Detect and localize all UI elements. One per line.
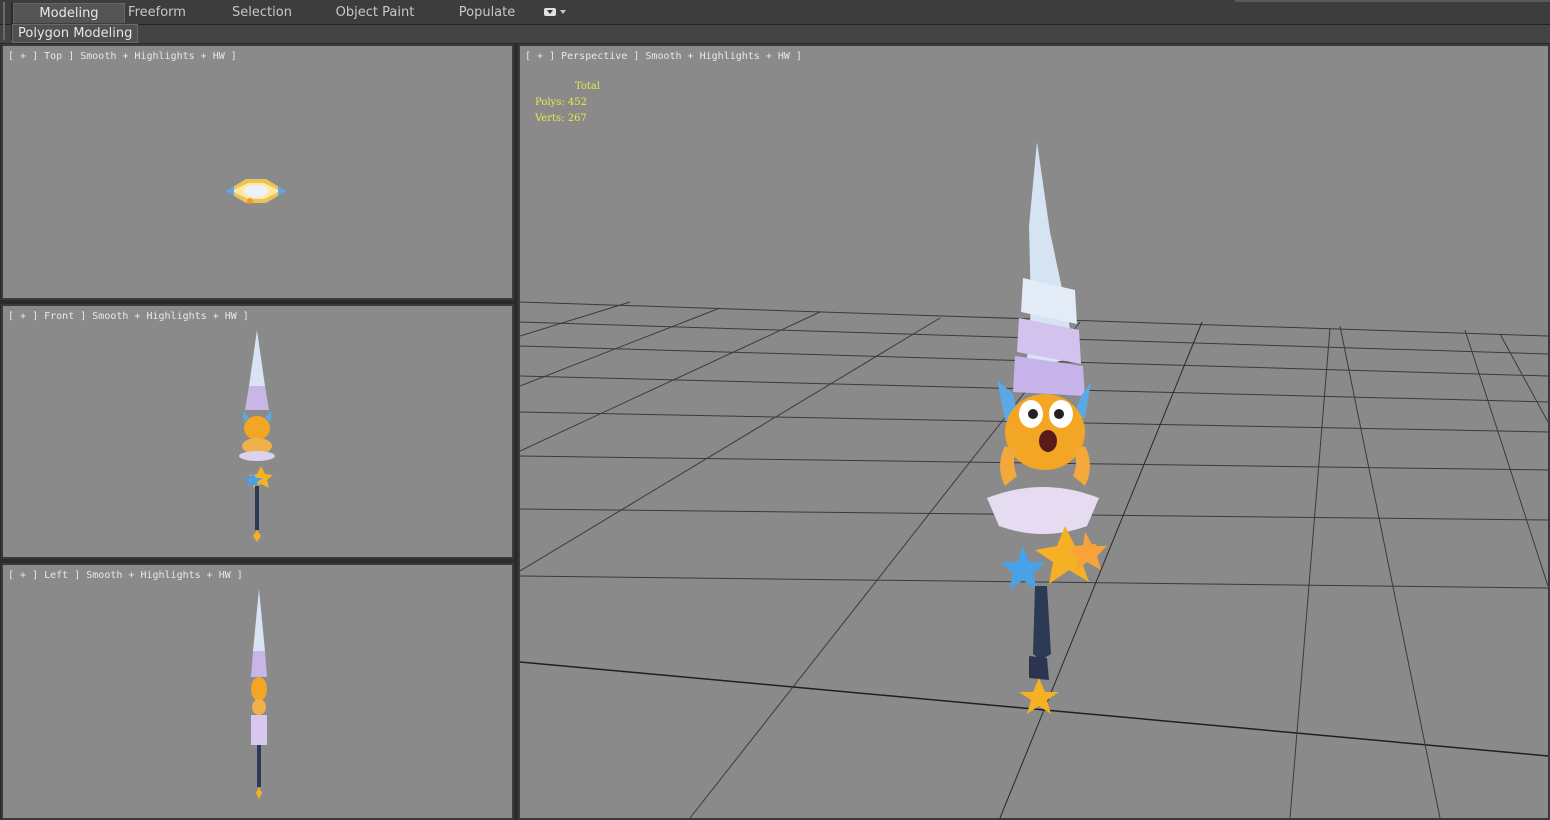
tab-object-paint[interactable]: Object Paint — [325, 3, 425, 23]
tab-populate[interactable]: Populate — [445, 3, 529, 23]
front-view-octopus-head — [244, 416, 270, 440]
top-view-fin-left — [226, 186, 234, 196]
octopus-mouth — [1039, 430, 1057, 452]
shell-cup — [987, 487, 1099, 534]
left-view-octopus-body — [252, 699, 266, 715]
octopus-tentacle-right — [1073, 446, 1090, 486]
toolbar-divider — [1235, 0, 1550, 2]
tab-selection[interactable]: Selection — [219, 3, 305, 23]
tab-modeling[interactable]: Modeling — [13, 3, 125, 23]
front-view-blade-lower — [245, 386, 269, 410]
left-view-blade-lower — [251, 651, 267, 677]
left-view-octopus — [251, 677, 267, 701]
tab-freeform[interactable]: Freeform — [114, 3, 200, 23]
viewport-top[interactable]: [ + ] Top ] Smooth + Highlights + HW ] — [1, 44, 514, 300]
left-view-shell — [251, 715, 267, 745]
left-view-blade-upper — [253, 589, 265, 651]
front-view-pommel — [253, 530, 261, 542]
star-blue — [1001, 546, 1045, 590]
ribbon-options-icon — [544, 8, 556, 16]
viewport-perspective[interactable]: [ + ] Perspective ] Smooth + Highlights … — [518, 44, 1550, 820]
polygon-modeling-panel[interactable]: Polygon Modeling — [12, 24, 139, 43]
ribbon-options-dropdown[interactable] — [544, 7, 568, 19]
left-view-handle — [257, 745, 261, 787]
top-view-star-accent — [247, 198, 253, 204]
left-view-model — [251, 589, 267, 799]
front-view-blade-upper — [249, 330, 265, 386]
sword-pommel-star — [1019, 678, 1059, 714]
left-view-pommel — [256, 787, 262, 799]
viewport-left[interactable]: [ + ] Left ] Smooth + Highlights + HW ] — [1, 563, 514, 820]
viewport-front[interactable]: [ + ] Front ] Smooth + Highlights + HW ] — [1, 304, 514, 559]
front-view-shell-cup — [239, 451, 275, 461]
top-view-model — [226, 179, 286, 204]
ribbon: Modeling Freeform Selection Object Paint… — [0, 0, 1550, 43]
sword-blade-band-2 — [1017, 318, 1081, 364]
sword-blade-band-1 — [1021, 278, 1077, 324]
sword-handle — [1033, 586, 1051, 660]
front-view-handle — [255, 486, 259, 530]
octopus-pupil-left — [1028, 409, 1038, 419]
octopus-tentacle-left — [1000, 446, 1017, 486]
chevron-down-icon — [560, 10, 566, 14]
top-view-blade-tip — [244, 185, 268, 197]
octopus-pupil-right — [1054, 409, 1064, 419]
front-view-model — [239, 330, 275, 542]
top-view-fin-right — [278, 186, 286, 196]
sword-handle-grip — [1029, 656, 1049, 680]
perspective-model — [987, 142, 1107, 714]
